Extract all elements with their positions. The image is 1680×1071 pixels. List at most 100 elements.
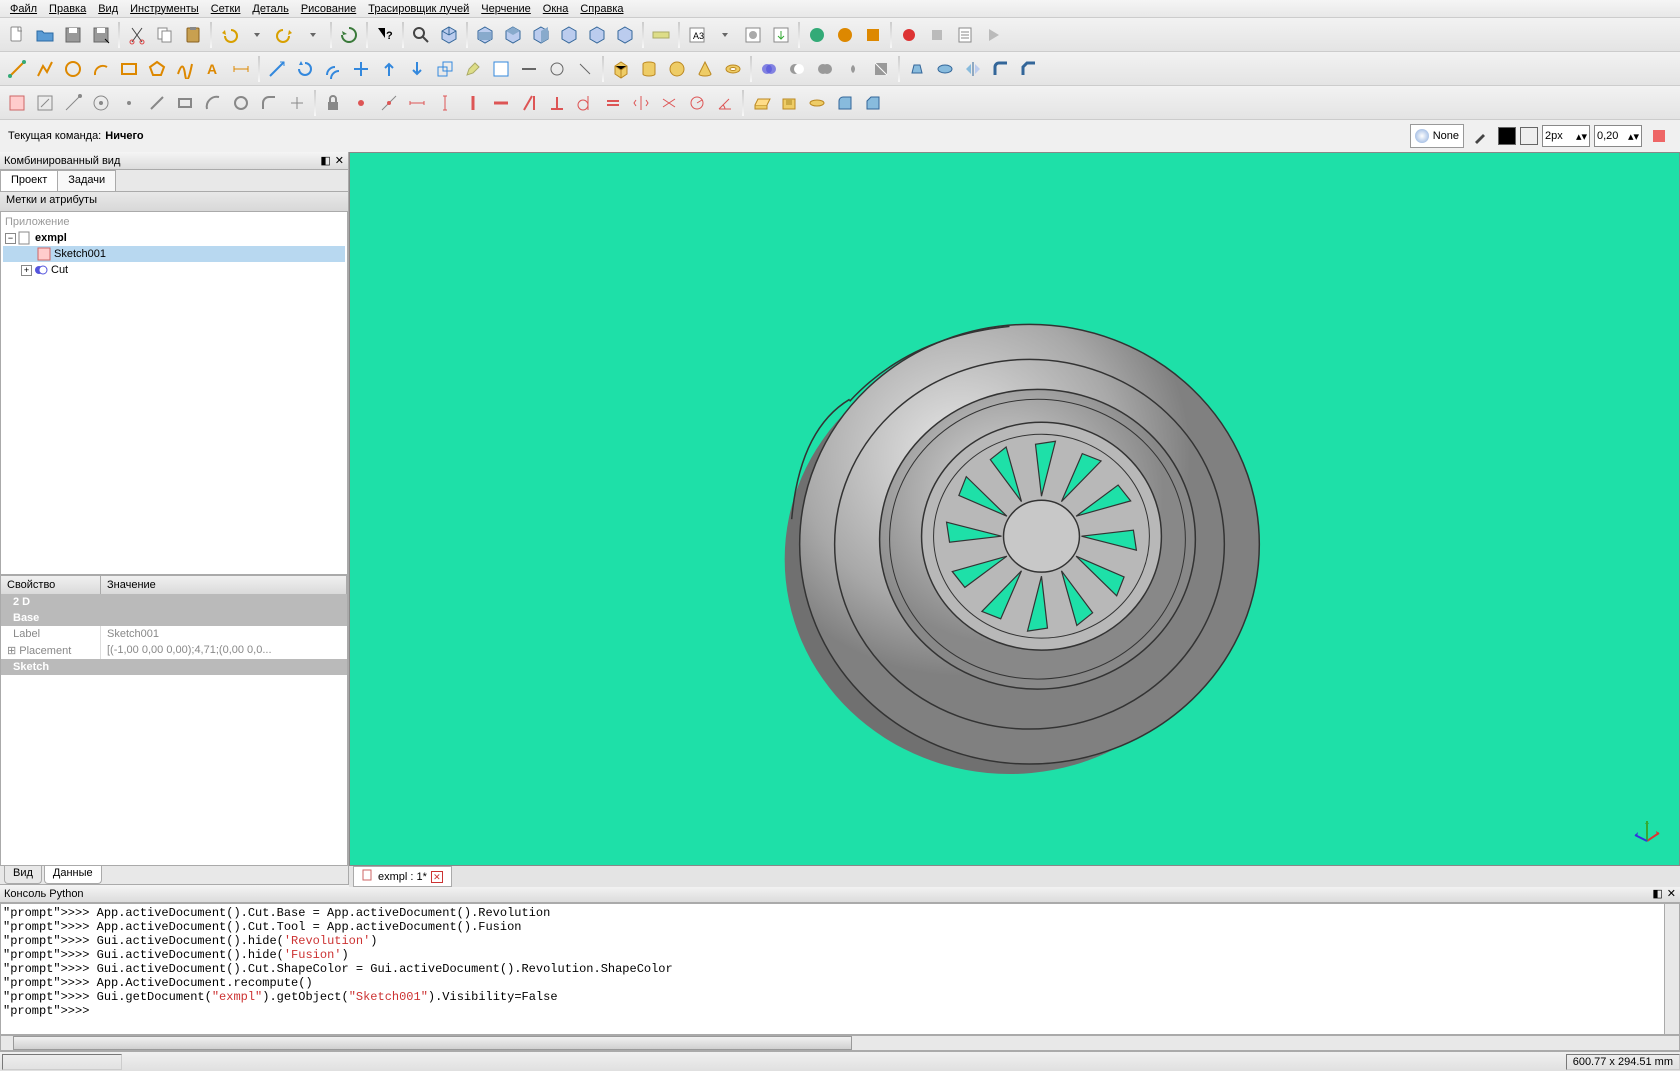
menu-drawing[interactable]: Черчение xyxy=(475,1,537,17)
draft-rotate-button[interactable] xyxy=(292,56,318,82)
constraint-horizontal-button[interactable] xyxy=(488,90,514,116)
tree-toggle-icon[interactable]: + xyxy=(21,265,32,276)
whats-this-button[interactable]: ? xyxy=(372,22,398,48)
redo-menu-button[interactable] xyxy=(300,22,326,48)
partdesign-pocket-button[interactable] xyxy=(776,90,802,116)
constraint-tangent-button[interactable] xyxy=(572,90,598,116)
menu-mesh[interactable]: Сетки xyxy=(205,1,247,17)
partdesign-revolution-button[interactable] xyxy=(804,90,830,116)
panel-close-icon[interactable]: ✕ xyxy=(335,154,344,167)
console-scrollbar-h[interactable] xyxy=(0,1035,1680,1051)
undo-button[interactable] xyxy=(216,22,242,48)
draft-move-button[interactable] xyxy=(264,56,290,82)
sketch-fillet-button[interactable] xyxy=(256,90,282,116)
draft-wire-button[interactable] xyxy=(32,56,58,82)
refresh-button[interactable] xyxy=(336,22,362,48)
constraint-distx-button[interactable] xyxy=(404,90,430,116)
macro-record-button[interactable] xyxy=(896,22,922,48)
prop-row-placement[interactable]: ⊞ Placement[(-1,00 0,00 0,00);4,71;(0,00… xyxy=(1,642,347,659)
draft-scale-button[interactable] xyxy=(432,56,458,82)
constraint-dist-button[interactable] xyxy=(656,90,682,116)
part-section-button[interactable] xyxy=(868,56,894,82)
draft-offset-button[interactable] xyxy=(320,56,346,82)
sketch-trim-button[interactable] xyxy=(284,90,310,116)
menu-part[interactable]: Деталь xyxy=(246,1,294,17)
sketch-edit-button[interactable] xyxy=(32,90,58,116)
sketch-rect-button[interactable] xyxy=(172,90,198,116)
macro-stop-button[interactable] xyxy=(924,22,950,48)
draft-drawing-button[interactable] xyxy=(488,56,514,82)
undo-menu-button[interactable] xyxy=(244,22,270,48)
constraint-equal-button[interactable] xyxy=(600,90,626,116)
draft-text-button[interactable]: A xyxy=(200,56,226,82)
sketch-circle-button[interactable] xyxy=(228,90,254,116)
view-rear-button[interactable] xyxy=(556,22,582,48)
draft-line-button[interactable] xyxy=(4,56,30,82)
drawing-menu-button[interactable] xyxy=(712,22,738,48)
view-left-button[interactable] xyxy=(612,22,638,48)
apply-style-button[interactable] xyxy=(1646,123,1672,149)
menu-view[interactable]: Вид xyxy=(92,1,124,17)
style-none-button[interactable]: None xyxy=(1410,124,1464,148)
raytrace-insert-button[interactable] xyxy=(832,22,858,48)
line-width-input[interactable]: 2px▴▾ xyxy=(1542,125,1590,147)
sketch-arc-button[interactable] xyxy=(200,90,226,116)
part-cone-button[interactable] xyxy=(692,56,718,82)
raytrace-new-button[interactable] xyxy=(804,22,830,48)
sketch-new-button[interactable] xyxy=(4,90,30,116)
tab-project[interactable]: Проект xyxy=(0,170,58,191)
console-scrollbar-v[interactable] xyxy=(1664,904,1679,1034)
tree-toggle-icon[interactable]: − xyxy=(5,233,16,244)
constraint-coincident-button[interactable] xyxy=(348,90,374,116)
redo-button[interactable] xyxy=(272,22,298,48)
draft-tool-1[interactable] xyxy=(516,56,542,82)
font-size-input[interactable]: 0,20▴▾ xyxy=(1594,125,1642,147)
view-right-button[interactable] xyxy=(528,22,554,48)
new-file-button[interactable] xyxy=(4,22,30,48)
copy-button[interactable] xyxy=(152,22,178,48)
drawing-export-button[interactable] xyxy=(768,22,794,48)
tree-item-cut[interactable]: +Cut xyxy=(3,262,345,278)
macro-play-button[interactable] xyxy=(980,22,1006,48)
draft-rect-button[interactable] xyxy=(116,56,142,82)
constraint-disty-button[interactable] xyxy=(432,90,458,116)
constraint-vertical-button[interactable] xyxy=(460,90,486,116)
constraint-radius-button[interactable] xyxy=(684,90,710,116)
draft-tool-2[interactable] xyxy=(544,56,570,82)
save-button[interactable] xyxy=(60,22,86,48)
part-cut-button[interactable] xyxy=(784,56,810,82)
part-mirror-button[interactable] xyxy=(960,56,986,82)
draft-edit-button[interactable] xyxy=(460,56,486,82)
menu-raytrace[interactable]: Трасировщик лучей xyxy=(362,1,475,17)
draft-bspline-button[interactable] xyxy=(172,56,198,82)
part-common-button[interactable] xyxy=(840,56,866,82)
face-color-swatch[interactable] xyxy=(1520,127,1538,145)
sketch-view-button[interactable] xyxy=(88,90,114,116)
constraint-parallel-button[interactable] xyxy=(516,90,542,116)
menu-tools[interactable]: Инструменты xyxy=(124,1,205,17)
sketch-point-button[interactable] xyxy=(116,90,142,116)
view-top-button[interactable] xyxy=(500,22,526,48)
partdesign-fillet-button[interactable] xyxy=(832,90,858,116)
panel-close-icon[interactable]: ✕ xyxy=(1667,887,1676,900)
paste-button[interactable] xyxy=(180,22,206,48)
part-box-button[interactable] xyxy=(608,56,634,82)
raytrace-export-button[interactable] xyxy=(860,22,886,48)
drawing-new-button[interactable]: A3 xyxy=(684,22,710,48)
model-tree[interactable]: Приложение −exmpl Sketch001 +Cut xyxy=(0,212,348,575)
save-as-button[interactable] xyxy=(88,22,114,48)
cut-button[interactable] xyxy=(124,22,150,48)
draft-dimension-button[interactable] xyxy=(228,56,254,82)
view-front-button[interactable] xyxy=(472,22,498,48)
partdesign-pad-button[interactable] xyxy=(748,90,774,116)
menu-edit[interactable]: Правка xyxy=(43,1,92,17)
tab-view[interactable]: Вид xyxy=(4,866,42,884)
constraint-symmetric-button[interactable] xyxy=(628,90,654,116)
doc-tab-exmpl[interactable]: exmpl : 1* ✕ xyxy=(353,866,452,887)
tab-tasks[interactable]: Задачи xyxy=(57,170,116,191)
menu-draft[interactable]: Рисование xyxy=(295,1,362,17)
panel-undock-icon[interactable]: ◧ xyxy=(1652,887,1662,900)
draft-trimex-button[interactable] xyxy=(348,56,374,82)
draft-polygon-button[interactable] xyxy=(144,56,170,82)
sketch-leave-button[interactable] xyxy=(60,90,86,116)
